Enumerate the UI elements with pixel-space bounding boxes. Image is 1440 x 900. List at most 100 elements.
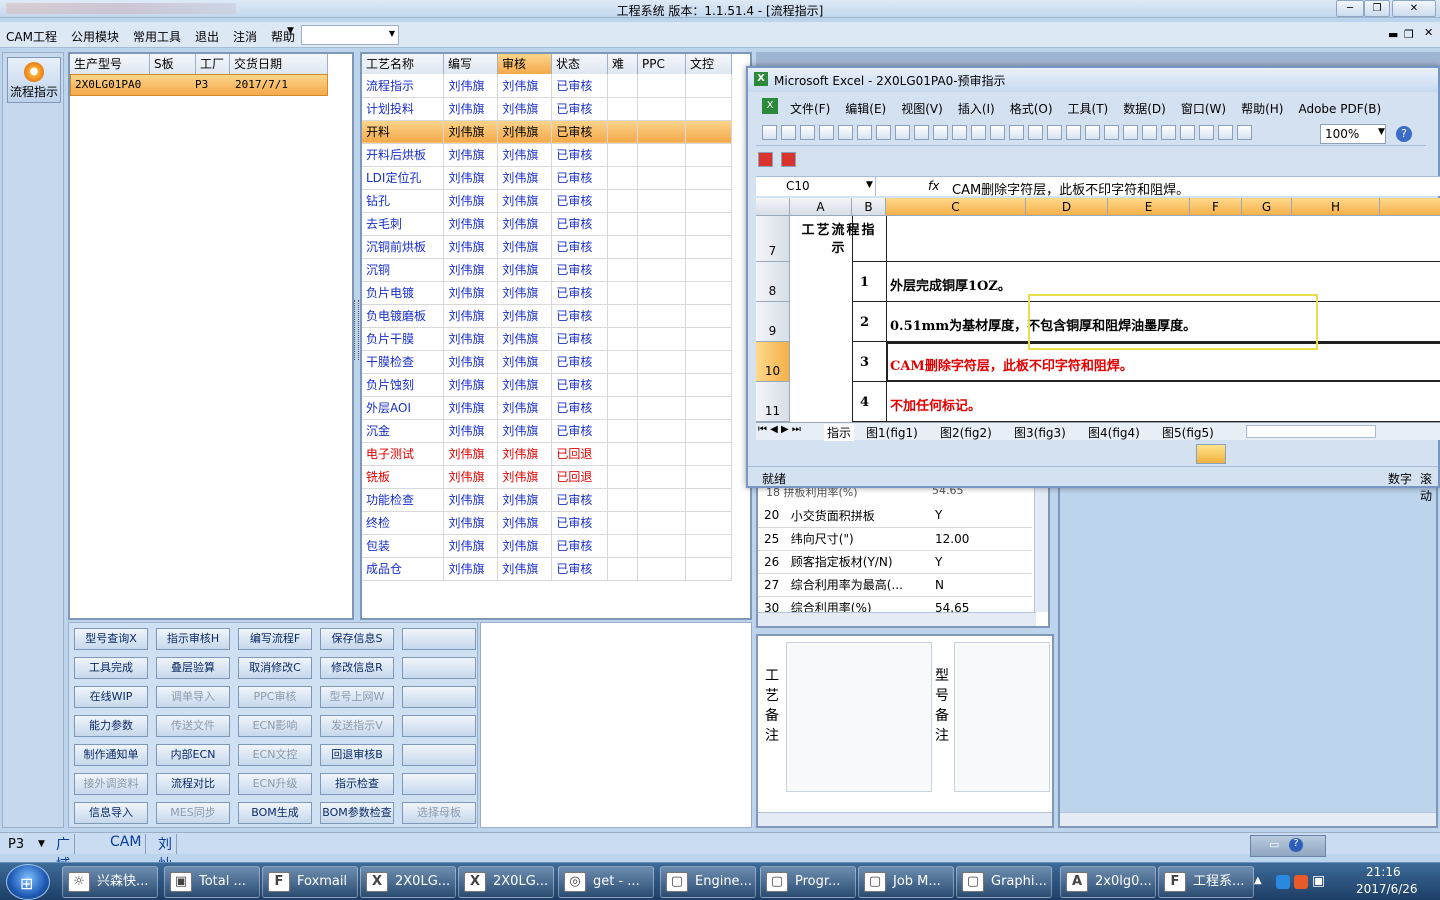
- process-cell[interactable]: 刘伟旗: [497, 396, 553, 420]
- action-button[interactable]: [402, 744, 476, 766]
- taskbar-item[interactable]: ◎ get - ...: [558, 866, 654, 898]
- action-button[interactable]: [402, 657, 476, 679]
- process-cell[interactable]: [607, 557, 639, 581]
- sheet-hscrollbar[interactable]: [1246, 425, 1376, 438]
- toolbar-icon[interactable]: [952, 125, 967, 140]
- toolbar-icon[interactable]: [990, 125, 1005, 140]
- action-button[interactable]: 指示审核H: [156, 628, 230, 650]
- process-cell[interactable]: 刘伟旗: [443, 97, 499, 121]
- status-factory[interactable]: P3: [8, 837, 24, 852]
- process-cell[interactable]: [607, 189, 639, 213]
- process-cell[interactable]: 已审核: [551, 258, 609, 282]
- process-cell[interactable]: [607, 327, 639, 351]
- toolbar-icon[interactable]: [876, 125, 891, 140]
- process-cell[interactable]: [637, 488, 687, 512]
- zoom-dropdown-icon[interactable]: ▼: [1378, 127, 1385, 137]
- process-cell[interactable]: 刘伟旗: [497, 350, 553, 374]
- process-cell[interactable]: 刘伟旗: [443, 373, 499, 397]
- process-cell[interactable]: 刘伟旗: [497, 212, 553, 236]
- process-cell[interactable]: 已审核: [551, 235, 609, 259]
- action-button[interactable]: 叠层验算: [156, 657, 230, 679]
- start-button[interactable]: ⊞: [6, 864, 50, 900]
- taskbar-item[interactable]: X 2X0LG...: [458, 866, 554, 898]
- action-button[interactable]: 选择母板: [402, 802, 476, 824]
- process-cell[interactable]: 已审核: [551, 120, 609, 144]
- toolbar-icon[interactable]: [1047, 125, 1062, 140]
- action-button[interactable]: [402, 773, 476, 795]
- process-col-writer[interactable]: 编写: [444, 54, 498, 74]
- process-cell[interactable]: 电子测试: [362, 442, 445, 466]
- table-row[interactable]: 负电镀磨板 刘伟旗 刘伟旗 已审核: [362, 304, 732, 328]
- process-cell[interactable]: [637, 350, 687, 374]
- process-cell[interactable]: [637, 442, 687, 466]
- action-button[interactable]: 编写流程F: [238, 628, 312, 650]
- process-cell[interactable]: [637, 327, 687, 351]
- factory-dropdown-icon[interactable]: ▼: [38, 839, 45, 849]
- process-cell[interactable]: 已审核: [551, 557, 609, 581]
- column-header[interactable]: F: [1190, 198, 1242, 216]
- table-row[interactable]: 25 纬向尺寸(") 12.00: [758, 527, 1032, 551]
- drawing-toolbar-icon[interactable]: [1196, 444, 1226, 464]
- process-cell[interactable]: 已审核: [551, 396, 609, 420]
- process-cell[interactable]: 刘伟旗: [497, 373, 553, 397]
- toolbar-icon[interactable]: [1237, 125, 1252, 140]
- process-cell[interactable]: 刘伟旗: [497, 166, 553, 190]
- process-cell[interactable]: [637, 281, 687, 305]
- process-col-name[interactable]: 工艺名称: [362, 54, 444, 74]
- process-cell[interactable]: 钻孔: [362, 189, 445, 213]
- process-cell[interactable]: [637, 511, 687, 535]
- column-header[interactable]: D: [1026, 198, 1108, 216]
- help-tray-icon[interactable]: ?: [1289, 838, 1303, 852]
- sheet-tab[interactable]: 图1(fig1): [866, 424, 918, 441]
- process-cell[interactable]: 已审核: [551, 189, 609, 213]
- process-cell[interactable]: 已审核: [551, 212, 609, 236]
- process-cell[interactable]: [685, 465, 732, 489]
- process-cell[interactable]: [637, 373, 687, 397]
- pdf-email-icon[interactable]: [780, 152, 796, 167]
- table-row[interactable]: 电子测试 刘伟旗 刘伟旗 已回退: [362, 442, 732, 466]
- toolbar-icon[interactable]: [1123, 125, 1138, 140]
- process-cell[interactable]: 刘伟旗: [497, 281, 553, 305]
- taskbar-item[interactable]: A 2x0lg0...: [1060, 866, 1156, 898]
- mdi-restore-icon[interactable]: ❐: [1404, 28, 1414, 41]
- process-cell[interactable]: [685, 534, 732, 558]
- process-cell[interactable]: 刘伟旗: [443, 327, 499, 351]
- process-cell[interactable]: 刘伟旗: [443, 557, 499, 581]
- excel-doc-icon[interactable]: X: [762, 98, 778, 114]
- process-cell[interactable]: 刘伟旗: [443, 74, 499, 98]
- action-button[interactable]: ECN升级: [238, 773, 312, 795]
- process-cell[interactable]: 沉铜: [362, 258, 445, 282]
- menu-item[interactable]: CAM工程: [6, 28, 57, 45]
- process-cell[interactable]: 刘伟旗: [443, 488, 499, 512]
- toolbar-icon[interactable]: [1066, 125, 1081, 140]
- process-cell[interactable]: [637, 258, 687, 282]
- column-header[interactable]: A: [790, 198, 852, 216]
- process-cell[interactable]: 刘伟旗: [497, 235, 553, 259]
- process-cell[interactable]: [637, 304, 687, 328]
- name-box[interactable]: C10: [756, 177, 876, 196]
- excel-menu-item[interactable]: 插入(I): [958, 100, 995, 117]
- action-button[interactable]: [402, 715, 476, 737]
- process-cell[interactable]: [637, 212, 687, 236]
- process-cell[interactable]: [637, 120, 687, 144]
- table-row[interactable]: 负片电镀 刘伟旗 刘伟旗 已审核: [362, 281, 732, 305]
- table-row[interactable]: LDI定位孔 刘伟旗 刘伟旗 已审核: [362, 166, 732, 190]
- notes-hscrollbar[interactable]: [758, 812, 1052, 826]
- process-cell[interactable]: [685, 442, 732, 466]
- process-cell[interactable]: [607, 166, 639, 190]
- row-header[interactable]: 8: [756, 262, 790, 302]
- process-cell[interactable]: [685, 166, 732, 190]
- excel-menu-item[interactable]: 窗口(W): [1181, 100, 1226, 117]
- table-row[interactable]: 干膜检查 刘伟旗 刘伟旗 已审核: [362, 350, 732, 374]
- table-row[interactable]: 26 顾客指定板材(Y/N) Y: [758, 550, 1032, 574]
- action-button[interactable]: 传送文件: [156, 715, 230, 737]
- formula-input[interactable]: CAM删除字符层，此板不印字符和阻焊。: [952, 179, 1189, 198]
- tray-expand-icon[interactable]: ▲: [1254, 875, 1262, 886]
- corner-cell[interactable]: [756, 198, 790, 216]
- maximize-button[interactable]: ❐: [1364, 0, 1390, 17]
- process-cell[interactable]: 已审核: [551, 281, 609, 305]
- process-notes-textarea[interactable]: [786, 642, 932, 792]
- table-row[interactable]: 功能检查 刘伟旗 刘伟旗 已审核: [362, 488, 732, 512]
- help-icon[interactable]: ?: [1396, 126, 1412, 142]
- process-cell[interactable]: [685, 235, 732, 259]
